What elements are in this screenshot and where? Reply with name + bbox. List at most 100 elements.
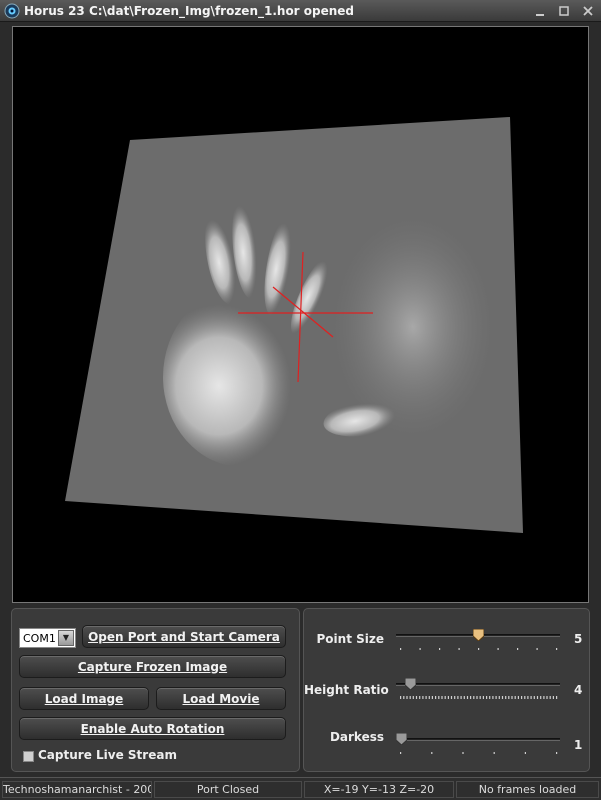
minimize-icon [536, 14, 544, 16]
status-frames: No frames loaded [456, 781, 599, 798]
height-ratio-track[interactable] [396, 683, 560, 686]
slider-tick [460, 696, 462, 699]
slider-tick [556, 648, 558, 650]
slider-tick [425, 696, 427, 699]
slider-tick [438, 696, 440, 699]
slider-tick [457, 696, 459, 699]
slider-tick [492, 696, 494, 699]
status-author: Technoshamanarchist - 2009 [2, 781, 152, 798]
slider-tick [431, 696, 433, 699]
slider-tick [508, 696, 510, 699]
slider-tick [486, 696, 488, 699]
slider-tick [556, 696, 558, 699]
slider-tick [458, 648, 460, 650]
slider-tick [409, 696, 411, 699]
slider-tick [527, 696, 529, 699]
height-ratio-label: Height Ratio [304, 683, 389, 697]
slider-tick [478, 648, 480, 650]
render-settings-panel: Point Size 5 Height Ratio 4 Darkess 1 [303, 608, 590, 772]
slider-tick [400, 696, 402, 699]
slider-tick [501, 696, 504, 699]
slider-tick [482, 696, 484, 699]
slider-tick [454, 696, 456, 699]
slider-tick [536, 648, 538, 650]
open-port-button[interactable]: Open Port and Start Camera [82, 625, 286, 648]
darkess-track[interactable] [396, 738, 560, 741]
slider-tick [462, 752, 464, 754]
slider-tick [524, 752, 526, 754]
point-size-value: 5 [574, 632, 583, 646]
slider-tick [498, 696, 500, 699]
slider-tick [444, 696, 446, 699]
slider-tick [415, 696, 418, 699]
slider-tick [505, 696, 507, 699]
slider-tick [536, 696, 539, 699]
point-size-label: Point Size [316, 632, 385, 646]
point-cloud-render [65, 117, 523, 533]
load-image-button[interactable]: Load Image [19, 687, 149, 710]
slider-tick [406, 696, 408, 699]
slider-tick [431, 752, 433, 754]
auto-rotation-button[interactable]: Enable Auto Rotation [19, 717, 286, 740]
live-stream-checkbox[interactable] [23, 751, 34, 762]
close-icon [583, 6, 593, 16]
com-port-value: COM1 [23, 632, 56, 645]
height-ratio-value: 4 [574, 683, 583, 697]
slider-tick [514, 696, 516, 699]
status-port: Port Closed [154, 781, 302, 798]
darkess-thumb[interactable] [396, 733, 407, 745]
point-size-ticks [400, 648, 558, 650]
window-title: Horus 23 C:\dat\Frozen_Img\frozen_1.hor … [24, 4, 355, 18]
com-port-select[interactable]: COM1 ▼ [19, 628, 76, 648]
slider-tick [466, 696, 469, 699]
slider-tick [552, 696, 554, 699]
slider-tick [543, 696, 545, 699]
point-cloud-viewport[interactable] [12, 26, 589, 603]
slider-tick [530, 696, 532, 699]
slider-tick [473, 696, 475, 699]
slider-tick [470, 696, 472, 699]
minimize-button[interactable] [532, 3, 548, 19]
slider-tick [549, 696, 551, 699]
maximize-button[interactable] [556, 3, 572, 19]
slider-tick [422, 696, 424, 699]
slider-tick [419, 696, 421, 699]
slider-tick [524, 696, 526, 699]
slider-tick [495, 696, 497, 699]
title-bar: Horus 23 C:\dat\Frozen_Img\frozen_1.hor … [0, 0, 601, 22]
slider-tick [439, 648, 441, 650]
slider-tick [493, 752, 495, 754]
status-bar: Technoshamanarchist - 2009 Port Closed X… [0, 777, 601, 800]
eye-icon [4, 3, 20, 19]
darkess-value: 1 [574, 738, 583, 752]
slider-tick [428, 696, 430, 699]
slider-tick [450, 696, 453, 699]
slider-tick [435, 696, 437, 699]
capture-frozen-button[interactable]: Capture Frozen Image [19, 655, 286, 678]
slider-tick [479, 696, 481, 699]
slider-tick [447, 696, 449, 699]
slider-tick [540, 696, 542, 699]
slider-tick [476, 696, 478, 699]
slider-tick [403, 696, 405, 699]
slider-tick [521, 696, 523, 699]
point-size-thumb[interactable] [472, 629, 484, 641]
darkess-label: Darkess [329, 730, 384, 744]
slider-tick [419, 648, 421, 650]
slider-tick [400, 752, 402, 754]
slider-tick [412, 696, 414, 699]
slider-tick [489, 696, 491, 699]
darkess-ticks [400, 752, 558, 754]
slider-tick [441, 696, 443, 699]
close-button[interactable] [580, 3, 596, 19]
live-stream-label: Capture Live Stream [38, 748, 177, 762]
slider-tick [517, 696, 519, 699]
load-movie-button[interactable]: Load Movie [156, 687, 286, 710]
chevron-down-icon[interactable]: ▼ [58, 630, 74, 646]
slider-tick [546, 696, 548, 699]
slider-tick [400, 648, 402, 650]
slider-tick [533, 696, 535, 699]
height-ratio-thumb[interactable] [405, 678, 417, 690]
slider-tick [517, 648, 519, 650]
status-coords: X=-19 Y=-13 Z=-20 [304, 781, 454, 798]
